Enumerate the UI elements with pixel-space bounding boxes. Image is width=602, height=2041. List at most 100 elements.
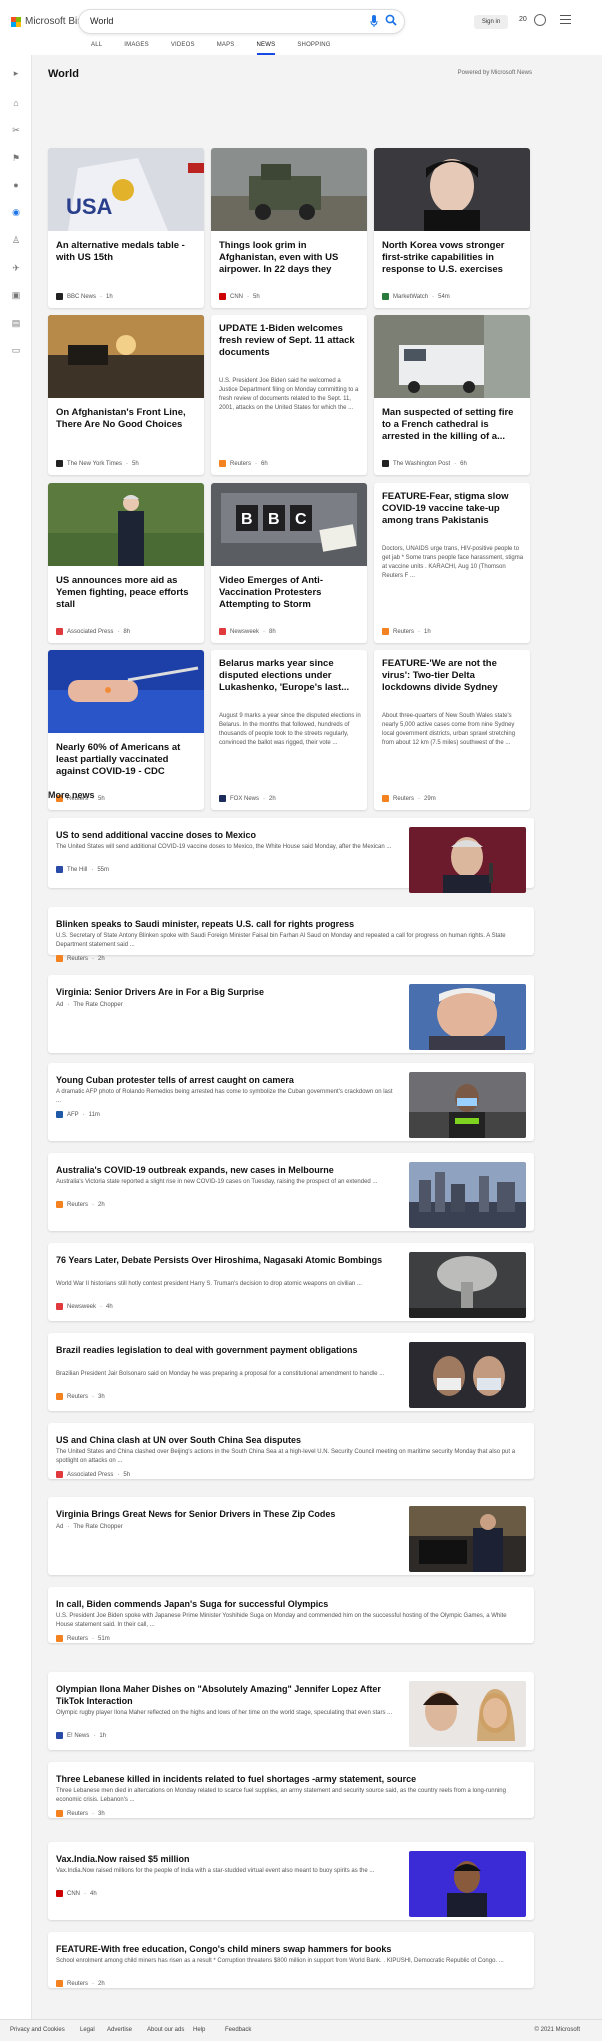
expand-icon[interactable]: ▸ [11,68,21,78]
row-thumbnail[interactable] [409,1342,526,1408]
news-card[interactable]: US announces more aid as Yemen fighting,… [48,483,204,643]
film-icon[interactable]: ▣ [11,290,21,300]
row-title[interactable]: 76 Years Later, Debate Persists Over Hir… [56,1254,396,1266]
news-card[interactable]: On Afghanistan's Front Line, There Are N… [48,315,204,475]
row-thumbnail[interactable] [409,1162,526,1228]
card-title[interactable]: Man suspected of setting fire to a Frenc… [382,407,524,443]
row-thumbnail[interactable] [409,1851,526,1917]
car-icon[interactable]: ▭ [11,345,21,355]
card-image[interactable] [374,315,530,398]
running-icon[interactable]: ♙ [11,235,21,245]
footer-link-privacy-and-cookies[interactable]: Privacy and Cookies [10,2027,65,2033]
footer-link-help[interactable]: Help [193,2027,205,2033]
news-card[interactable]: Belarus marks year since disputed electi… [211,650,367,810]
tab-videos[interactable]: VIDEOS [171,42,195,55]
news-row[interactable]: Vax.India.Now raised $5 million Vax.India… [48,1842,534,1920]
row-title[interactable]: Blinken speaks to Saudi minister, repeat… [56,918,522,930]
row-title[interactable]: Young Cuban protester tells of arrest ca… [56,1074,396,1086]
news-row[interactable]: Olympian Ilona Maher Dishes on "Absolute… [48,1672,534,1750]
tab-news[interactable]: NEWS [256,42,276,55]
news-row[interactable]: Virginia: Senior Drivers Are in For a Bi… [48,975,534,1053]
row-title[interactable]: FEATURE-With free education, Congo's chi… [56,1943,522,1955]
news-card[interactable]: Nearly 60% of Americans at least partial… [48,650,204,810]
card-image[interactable] [48,315,204,398]
row-thumbnail[interactable] [409,1506,526,1572]
row-thumbnail[interactable] [409,827,526,893]
news-row[interactable]: Blinken speaks to Saudi minister, repeat… [48,907,534,962]
news-row[interactable]: FEATURE-With free education, Congo's chi… [48,1932,534,1988]
tab-shopping[interactable]: SHOPPING [297,42,330,55]
news-row[interactable]: US and China clash at UN over South Chin… [48,1423,534,1479]
news-row[interactable]: Three Lebanese killed in incidents relat… [48,1762,534,1818]
footer-link-legal[interactable]: Legal [80,2027,95,2033]
card-title[interactable]: UPDATE 1-Biden welcomes fresh review of … [219,323,361,359]
globe-icon[interactable]: ◉ [11,207,21,217]
briefcase-icon[interactable]: ▤ [11,318,21,328]
news-card[interactable]: USA An alternative medals table - with US… [48,148,204,308]
rewards-trophy-icon[interactable] [534,14,546,26]
search-icon[interactable] [385,14,397,26]
card-title[interactable]: FEATURE-'We are not the virus': Two-tier… [382,658,524,694]
news-row[interactable]: Virginia Brings Great News for Senior Dr… [48,1497,534,1575]
row-title[interactable]: Virginia: Senior Drivers Are in For a Bi… [56,986,396,998]
news-row[interactable]: In call, Biden commends Japan's Suga for… [48,1587,534,1643]
row-thumbnail[interactable] [409,1681,526,1747]
row-thumbnail[interactable] [409,1072,526,1138]
footer-link-advertise[interactable]: Advertise [107,2027,132,2033]
news-row[interactable]: 76 Years Later, Debate Persists Over Hir… [48,1243,534,1321]
home-icon[interactable]: ⌂ [11,98,21,108]
row-thumbnail[interactable] [409,1252,526,1318]
news-card[interactable]: Man suspected of setting fire to a Frenc… [374,315,530,475]
rewards-count[interactable]: 20 [519,16,527,23]
tab-all[interactable]: ALL [91,42,102,55]
card-title[interactable]: Nearly 60% of Americans at least partial… [56,742,198,778]
row-title[interactable]: Brazil readies legislation to deal with … [56,1344,396,1356]
footer-link-about-our-ads[interactable]: About our ads [147,2027,184,2033]
card-image[interactable] [374,148,530,231]
footer-link-feedback[interactable]: Feedback [225,2027,251,2033]
microphone-icon[interactable] [370,15,378,28]
news-card[interactable]: North Korea vows stronger first-strike c… [374,148,530,308]
card-title[interactable]: An alternative medals table - with US 15… [56,240,198,264]
news-row[interactable]: US to send additional vaccine doses to M… [48,818,534,893]
card-image[interactable]: BBC [211,483,367,566]
tools-icon[interactable]: ✂ [11,125,21,135]
menu-icon[interactable] [560,15,571,24]
card-image[interactable] [211,148,367,231]
tab-maps[interactable]: MAPS [217,42,235,55]
location-icon[interactable]: ● [11,180,21,190]
card-title[interactable]: Video Emerges of Anti-Vaccination Protes… [219,575,361,611]
rocket-icon[interactable]: ✈ [11,263,21,273]
row-title[interactable]: US to send additional vaccine doses to M… [56,829,396,841]
card-image[interactable] [48,483,204,566]
news-card[interactable]: FEATURE-Fear, stigma slow COVID-19 vacci… [374,483,530,643]
card-title[interactable]: On Afghanistan's Front Line, There Are N… [56,407,198,431]
card-title[interactable]: US announces more aid as Yemen fighting,… [56,575,198,611]
row-title[interactable]: US and China clash at UN over South Chin… [56,1434,522,1446]
news-row[interactable]: Brazil readies legislation to deal with … [48,1333,534,1411]
row-thumbnail[interactable] [409,984,526,1050]
card-title[interactable]: FEATURE-Fear, stigma slow COVID-19 vacci… [382,491,524,527]
news-row[interactable]: Young Cuban protester tells of arrest ca… [48,1063,534,1141]
search-box[interactable] [79,10,404,33]
card-image[interactable] [48,650,204,733]
sign-in-button[interactable]: Sign in [474,15,508,29]
news-card[interactable]: UPDATE 1-Biden welcomes fresh review of … [211,315,367,475]
row-title[interactable]: Virginia Brings Great News for Senior Dr… [56,1508,396,1520]
row-title[interactable]: Three Lebanese killed in incidents relat… [56,1773,522,1785]
row-title[interactable]: Australia's COVID-19 outbreak expands, n… [56,1164,396,1176]
search-input[interactable] [90,16,340,26]
news-card[interactable]: FEATURE-'We are not the virus': Two-tier… [374,650,530,810]
row-title[interactable]: In call, Biden commends Japan's Suga for… [56,1598,522,1610]
card-image[interactable]: USA [48,148,204,231]
tab-images[interactable]: IMAGES [124,42,149,55]
card-title[interactable]: Belarus marks year since disputed electi… [219,658,361,694]
card-title[interactable]: North Korea vows stronger first-strike c… [382,240,524,276]
bing-logo[interactable]: Microsoft Bing [11,16,88,27]
news-row[interactable]: Australia's COVID-19 outbreak expands, n… [48,1153,534,1231]
row-title[interactable]: Vax.India.Now raised $5 million [56,1853,396,1865]
row-title[interactable]: Olympian Ilona Maher Dishes on "Absolute… [56,1683,396,1707]
flag-icon[interactable]: ⚑ [11,153,21,163]
news-card[interactable]: Things look grim in Afghanistan, even wi… [211,148,367,308]
news-card[interactable]: B B C Video Emerges of Anti-Vaccination Pro… [211,483,367,643]
